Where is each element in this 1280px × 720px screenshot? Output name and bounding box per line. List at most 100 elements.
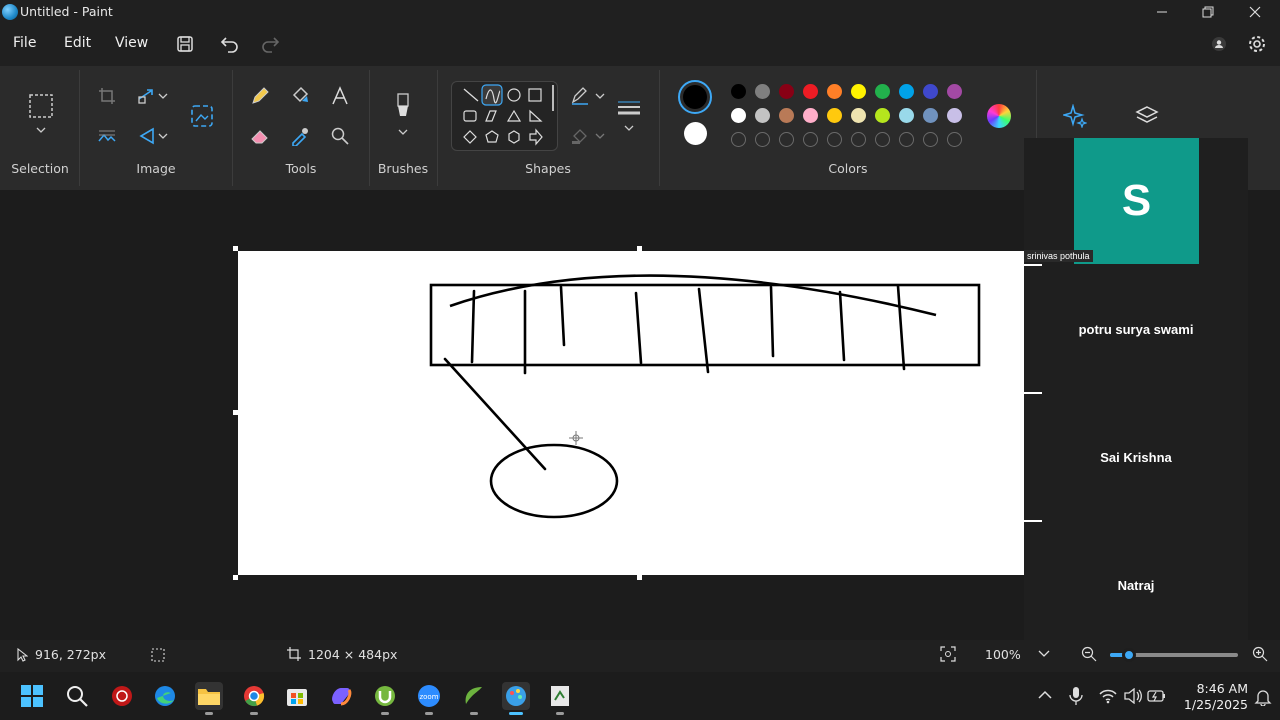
settings-gear-icon[interactable] <box>1245 32 1269 56</box>
color-swatch[interactable] <box>803 108 818 123</box>
custom-color-slot[interactable] <box>731 132 746 147</box>
resize-handle[interactable] <box>233 410 238 415</box>
file-menu[interactable]: File <box>13 35 36 51</box>
text-tool-icon[interactable] <box>326 82 354 110</box>
search-icon[interactable] <box>63 682 91 710</box>
eraser-icon[interactable] <box>246 122 274 150</box>
zoom-in-icon[interactable] <box>1252 646 1268 662</box>
chrome-browser-icon[interactable] <box>240 682 268 715</box>
color-swatch[interactable] <box>827 84 842 99</box>
custom-color-slot[interactable] <box>851 132 866 147</box>
wifi-icon[interactable] <box>1099 688 1117 704</box>
fill-bucket-icon[interactable] <box>286 82 314 110</box>
resize-handle[interactable] <box>637 575 642 580</box>
edit-menu[interactable]: Edit <box>64 35 91 51</box>
microsoft-store-icon[interactable] <box>283 682 311 710</box>
line-size-icon[interactable] <box>615 94 643 122</box>
image-layers-icon[interactable] <box>188 102 216 130</box>
view-menu[interactable]: View <box>115 35 148 51</box>
save-icon[interactable] <box>173 32 197 56</box>
crop-icon[interactable] <box>93 82 121 110</box>
restore-button[interactable] <box>1185 0 1231 24</box>
custom-color-slot[interactable] <box>827 132 842 147</box>
color-swatch[interactable] <box>779 84 794 99</box>
primary-color[interactable] <box>678 80 712 114</box>
resize-handle[interactable] <box>637 246 642 251</box>
participant-tile[interactable]: S srinivas pothula <box>1024 138 1248 266</box>
spring-tool-icon[interactable] <box>460 682 488 715</box>
zoom-out-icon[interactable] <box>1081 646 1097 662</box>
edit-colors-icon[interactable] <box>987 104 1011 128</box>
color-swatch[interactable] <box>899 84 914 99</box>
pencil-icon[interactable] <box>246 82 274 110</box>
edge-browser-icon[interactable] <box>151 682 179 710</box>
magnifier-icon[interactable] <box>326 122 354 150</box>
color-swatch[interactable] <box>755 108 770 123</box>
participant-tile[interactable]: Natraj <box>1024 522 1248 640</box>
close-button[interactable] <box>1232 0 1278 24</box>
color-swatch[interactable] <box>947 108 962 123</box>
participant-tile[interactable]: Sai Krishna <box>1024 394 1248 520</box>
zoom-slider[interactable] <box>1110 648 1238 662</box>
spreadsheet-app-icon[interactable] <box>546 682 574 715</box>
outline-icon[interactable] <box>568 82 592 110</box>
secondary-color[interactable] <box>684 122 707 145</box>
shapes-gallery-icons[interactable] <box>458 83 558 151</box>
redo-icon[interactable] <box>258 32 282 56</box>
minimize-button[interactable] <box>1139 0 1185 24</box>
outline-chevron-down-icon[interactable] <box>592 82 608 110</box>
utorrent-icon[interactable] <box>371 682 399 715</box>
color-swatch[interactable] <box>899 108 914 123</box>
zoom-slider-thumb[interactable] <box>1122 648 1137 662</box>
resize-handle[interactable] <box>233 246 238 251</box>
color-swatch[interactable] <box>827 108 842 123</box>
layers-icon[interactable] <box>1133 102 1161 130</box>
notification-bell-icon[interactable] <box>1254 688 1272 706</box>
brush-icon[interactable] <box>389 92 417 120</box>
resize-chevron-down-icon[interactable] <box>153 82 173 110</box>
windows-start-icon[interactable] <box>18 682 46 710</box>
fit-to-window-icon[interactable] <box>940 646 956 662</box>
color-swatch[interactable] <box>947 84 962 99</box>
clock-time[interactable]: 8:46 AM <box>1176 681 1248 696</box>
fill-chevron-down-icon[interactable] <box>592 122 608 150</box>
remove-background-icon[interactable] <box>93 122 121 150</box>
zoom-level[interactable]: 100% <box>985 647 1021 662</box>
color-swatch[interactable] <box>875 84 890 99</box>
custom-color-slot[interactable] <box>923 132 938 147</box>
volume-icon[interactable] <box>1124 688 1142 704</box>
custom-color-slot[interactable] <box>803 132 818 147</box>
custom-color-slot[interactable] <box>899 132 914 147</box>
resize-handle[interactable] <box>233 575 238 580</box>
color-swatch[interactable] <box>923 84 938 99</box>
color-picker-icon[interactable] <box>286 122 314 150</box>
custom-color-slot[interactable] <box>779 132 794 147</box>
fill-icon[interactable] <box>568 122 592 150</box>
flip-chevron-down-icon[interactable] <box>153 122 173 150</box>
battery-icon[interactable] <box>1147 689 1167 703</box>
zoom-meeting-icon[interactable]: zoom <box>415 682 443 715</box>
undo-icon[interactable] <box>218 32 242 56</box>
security-shield-icon[interactable] <box>108 682 136 710</box>
custom-color-slot[interactable] <box>875 132 890 147</box>
line-size-chevron-down-icon[interactable] <box>615 120 643 136</box>
selection-tool[interactable] <box>27 92 55 120</box>
show-hidden-icons-chevron-up-icon[interactable] <box>1038 690 1052 700</box>
color-swatch[interactable] <box>851 108 866 123</box>
file-explorer-icon[interactable] <box>195 682 223 715</box>
color-swatch[interactable] <box>731 84 746 99</box>
copilot-icon[interactable] <box>327 682 355 710</box>
color-swatch[interactable] <box>779 108 794 123</box>
color-swatch[interactable] <box>803 84 818 99</box>
custom-color-slot[interactable] <box>947 132 962 147</box>
zoom-chevron-down-icon[interactable] <box>1038 650 1050 658</box>
participant-tile[interactable]: potru surya swami <box>1024 266 1248 392</box>
color-swatch[interactable] <box>731 108 746 123</box>
color-swatch[interactable] <box>755 84 770 99</box>
brushes-chevron-down-icon[interactable] <box>389 124 417 140</box>
color-swatch[interactable] <box>875 108 890 123</box>
account-icon[interactable] <box>1207 32 1231 56</box>
selection-chevron-down-icon[interactable] <box>27 122 55 138</box>
clock-date[interactable]: 1/25/2025 <box>1170 697 1248 712</box>
color-swatch[interactable] <box>923 108 938 123</box>
